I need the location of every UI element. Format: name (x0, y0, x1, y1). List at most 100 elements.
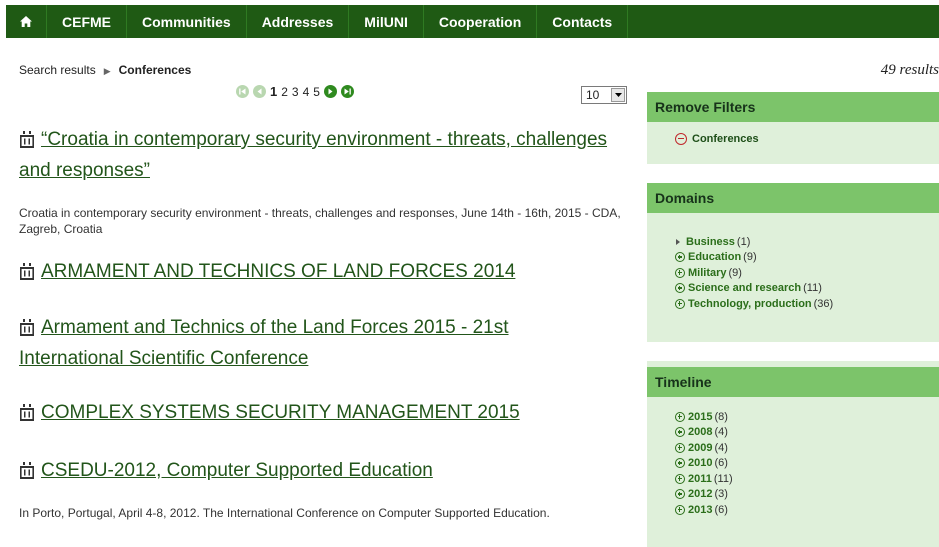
conference-icon (19, 402, 35, 430)
chevron-down-icon (611, 88, 625, 102)
nav-item-addresses[interactable]: Addresses (247, 5, 350, 38)
page-3[interactable]: 3 (292, 85, 299, 99)
page-2[interactable]: 2 (281, 85, 288, 99)
per-page-value: 10 (586, 88, 600, 102)
filter-count: (1) (736, 235, 751, 248)
filter-label: 2015 (688, 410, 713, 423)
results-count: 49 results (880, 62, 939, 78)
timeline-filter-2012[interactable]: 2012 (3) (675, 487, 939, 503)
result-item: ARMAMENT AND TECHNICS OF LAND FORCES 201… (19, 258, 515, 289)
filter-count: (9) (728, 266, 742, 279)
filter-label: 2010 (688, 457, 713, 470)
result-title: “Croatia in contemporary security enviro… (41, 129, 608, 150)
timeline-filter-2010[interactable]: 2010 (6) (675, 456, 939, 472)
result-item: COMPLEX SYSTEMS SECURITY MANAGEMENT 2015 (19, 399, 520, 430)
filter-count: (9) (743, 251, 757, 264)
breadcrumb-parent[interactable]: Search results (19, 63, 96, 77)
remove-icon (675, 132, 687, 145)
filter-label: Technology, production (688, 297, 812, 310)
nav-home[interactable] (6, 5, 47, 38)
domain-filter-science[interactable]: Science and research (11) (675, 281, 939, 297)
domain-filter-education[interactable]: Education (9) (675, 250, 939, 266)
result-title: CSEDU-2012, Computer Supported Education (41, 460, 433, 481)
expand-plus-icon (675, 504, 685, 515)
filter-count: (6) (714, 457, 728, 470)
domains-panel: Domains Business (1) Education (9) Militar… (647, 183, 939, 342)
timeline-panel: Timeline 2015 (8) 2008 (4) 2009 (4) 2010 (6)… (647, 361, 939, 547)
conference-icon (19, 460, 35, 488)
nav-item-miluni[interactable]: MilUNI (349, 5, 424, 38)
filter-label: 2011 (688, 472, 712, 485)
filter-count: (8) (714, 410, 728, 423)
filter-label: Science and research (688, 282, 802, 295)
domains-header: Domains (647, 183, 939, 213)
timeline-header: Timeline (647, 367, 939, 397)
nav-item-cefme[interactable]: CEFME (47, 5, 127, 38)
domain-filter-military[interactable]: Military (9) (675, 265, 939, 281)
remove-filters-header: Remove Filters (647, 92, 939, 122)
top-bar: CEFME Communities Addresses MilUNI Coope… (0, 0, 939, 43)
result-title-link[interactable]: Armament and Technics of the Land Forces… (19, 314, 509, 373)
breadcrumb: Search results ▶ Conferences (19, 63, 191, 77)
page-5[interactable]: 5 (313, 85, 320, 99)
conference-icon (19, 261, 35, 289)
next-page-icon[interactable] (323, 85, 337, 98)
expand-plus-icon (675, 411, 685, 422)
expand-plus-icon (675, 267, 685, 278)
first-page-icon[interactable] (236, 85, 249, 98)
expand-plus-icon (675, 442, 685, 453)
pagination: 1 2 3 4 5 (236, 84, 354, 99)
remove-filter-label: Conferences (692, 132, 759, 145)
result-title-link[interactable]: ARMAMENT AND TECHNICS OF LAND FORCES 201… (19, 258, 515, 289)
result-title: Armament and Technics of the Land Forces… (41, 317, 509, 338)
filter-count: (4) (714, 441, 728, 454)
conference-icon (19, 317, 35, 345)
last-page-icon[interactable] (340, 85, 354, 98)
result-title: COMPLEX SYSTEMS SECURITY MANAGEMENT 2015 (41, 402, 520, 423)
expand-plus-icon (675, 489, 685, 500)
timeline-filter-2011[interactable]: 2011 (11) (675, 471, 939, 487)
expand-plus-icon (675, 252, 685, 263)
result-description: Croatia in contemporary security environ… (19, 206, 621, 236)
expand-plus-icon (675, 427, 685, 438)
expand-plus-icon (675, 473, 685, 484)
filter-label: 2012 (688, 488, 713, 501)
result-description: In Porto, Portugal, April 4-8, 2012. The… (19, 506, 550, 520)
domain-filter-technology[interactable]: Technology, production (36) (675, 296, 939, 312)
filter-label: Military (688, 266, 727, 279)
timeline-filter-2008[interactable]: 2008 (4) (675, 425, 939, 441)
domain-filter-business[interactable]: Business (1) (675, 234, 939, 250)
result-title-cont: and responses” (19, 160, 150, 181)
prev-page-icon[interactable] (253, 85, 266, 98)
result-item: CSEDU-2012, Computer Supported Education (19, 457, 433, 488)
timeline-filter-2015[interactable]: 2015 (8) (675, 409, 939, 425)
page-4[interactable]: 4 (303, 85, 310, 99)
nav-item-cooperation[interactable]: Cooperation (424, 5, 538, 38)
nav-item-contacts[interactable]: Contacts (537, 5, 629, 38)
per-page-select[interactable]: 10 (581, 86, 627, 104)
timeline-filter-2013[interactable]: 2013 (6) (675, 502, 939, 518)
result-title-link[interactable]: CSEDU-2012, Computer Supported Education (19, 457, 433, 488)
breadcrumb-separator-icon: ▶ (103, 66, 111, 76)
result-title: ARMAMENT AND TECHNICS OF LAND FORCES 201… (41, 261, 516, 282)
result-item: “Croatia in contemporary security enviro… (19, 126, 607, 185)
filter-count: (3) (714, 488, 728, 501)
filter-count: (11) (713, 472, 733, 485)
result-title-link[interactable]: COMPLEX SYSTEMS SECURITY MANAGEMENT 2015 (19, 399, 520, 430)
filter-label: Business (686, 235, 735, 248)
expand-plus-icon (675, 458, 685, 469)
breadcrumb-current: Conferences (118, 63, 192, 77)
expand-plus-icon (675, 283, 685, 294)
filter-count: (11) (803, 282, 822, 295)
timeline-filter-2009[interactable]: 2009 (4) (675, 440, 939, 456)
result-title-link[interactable]: “Croatia in contemporary security enviro… (19, 126, 607, 185)
filter-count: (6) (714, 503, 728, 516)
filter-label: 2013 (688, 503, 713, 516)
conference-icon (19, 129, 35, 157)
remove-filter-conferences[interactable]: Conferences (675, 131, 939, 147)
page-1[interactable]: 1 (270, 84, 277, 99)
filter-count: (4) (714, 426, 728, 439)
home-icon (20, 16, 32, 27)
nav-item-communities[interactable]: Communities (127, 5, 247, 38)
remove-filters-panel: Remove Filters Conferences (647, 92, 939, 164)
